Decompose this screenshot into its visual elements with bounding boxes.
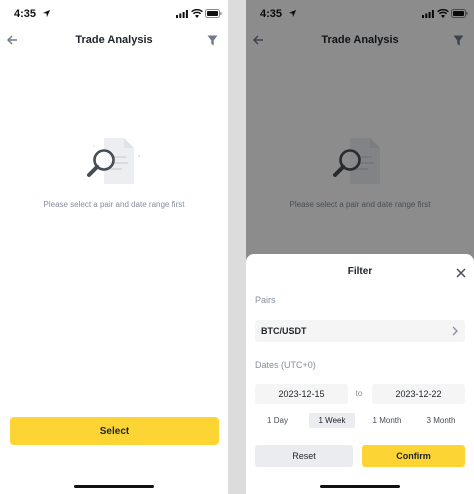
date-separator: to: [355, 389, 363, 398]
dates-label: Dates (UTC+0): [255, 360, 316, 370]
confirm-button[interactable]: Confirm: [362, 445, 465, 467]
range-option-1-week[interactable]: 1 Week: [309, 413, 355, 428]
page-title: Trade Analysis: [75, 34, 153, 46]
filter-sheet-title: Filter: [347, 266, 373, 277]
status-time: 4:35: [14, 8, 37, 20]
home-indicator: [320, 485, 400, 488]
trade-analysis-screen: 4:35 Trade Analysis Please select a pair…: [0, 0, 228, 494]
close-icon[interactable]: [456, 268, 466, 278]
empty-state-message: Please select a pair and date range firs…: [43, 200, 185, 209]
range-option-3-month[interactable]: 3 Month: [417, 413, 465, 428]
filter-icon[interactable]: [207, 35, 218, 46]
location-arrow-icon: [42, 9, 51, 18]
chevron-right-icon: [452, 326, 458, 336]
wifi-icon: [191, 9, 203, 18]
pair-selector[interactable]: BTC/USDT: [255, 320, 465, 342]
pairs-label: Pairs: [255, 295, 276, 305]
filter-sheet: Filter Pairs BTC/USDT Dates (UTC+0) 2023…: [246, 254, 474, 494]
range-option-1-day[interactable]: 1 Day: [255, 413, 300, 428]
end-date-field[interactable]: 2023-12-22: [372, 384, 465, 404]
select-button[interactable]: Select: [10, 417, 219, 445]
document-search-icon: [87, 138, 140, 184]
trade-analysis-filter-screen: 4:35 Trade Analysis Please select a pair…: [246, 0, 474, 494]
range-option-1-month[interactable]: 1 Month: [363, 413, 411, 428]
home-indicator: [74, 485, 154, 488]
signal-icon: [176, 10, 188, 18]
status-bar: 4:35: [0, 0, 228, 28]
start-date-field[interactable]: 2023-12-15: [255, 384, 348, 404]
battery-icon: [205, 9, 222, 18]
pair-value: BTC/USDT: [261, 326, 307, 336]
reset-button[interactable]: Reset: [255, 445, 353, 467]
nav-bar: Trade Analysis: [0, 28, 228, 54]
